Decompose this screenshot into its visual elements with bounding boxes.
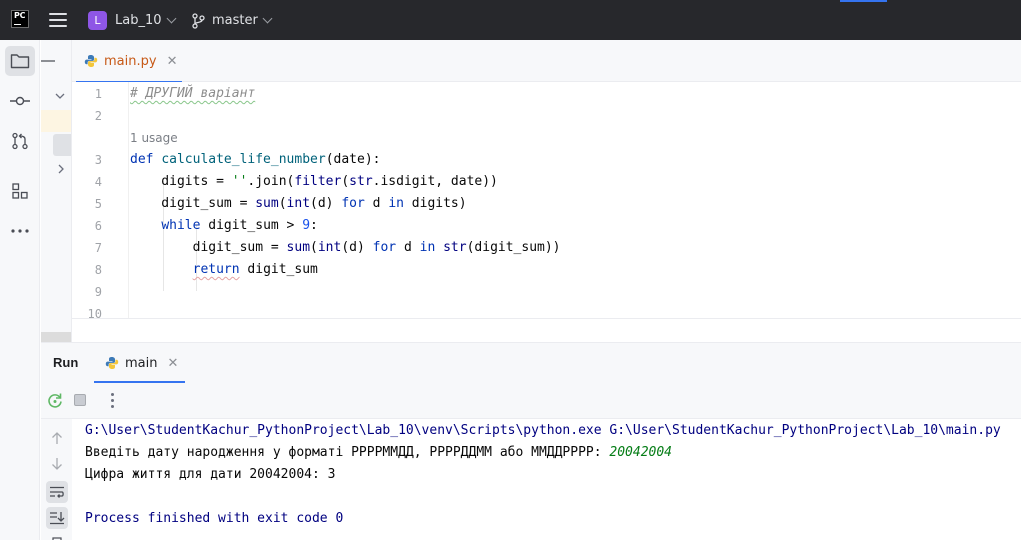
more-tools-button[interactable] bbox=[5, 216, 35, 246]
scroll-down-button[interactable] bbox=[46, 453, 68, 475]
editor-bottom-area bbox=[72, 318, 1021, 342]
console-prompt: Введіть дату народження у форматі РРРРММ… bbox=[85, 445, 610, 460]
console-output[interactable]: G:\User\StudentKachur_PythonProject\Lab_… bbox=[72, 419, 1021, 540]
code-line: digit_sum = sum(int(d) for d in digits) bbox=[130, 196, 467, 211]
folder-icon bbox=[10, 54, 30, 69]
console-exit-message: Process finished with exit code 0 bbox=[85, 511, 344, 526]
console-user-input: 20042004 bbox=[609, 445, 673, 460]
branch-icon bbox=[192, 12, 205, 29]
project-name: Lab_10 bbox=[115, 13, 162, 28]
python-icon bbox=[105, 357, 119, 369]
line-number: 4 bbox=[94, 175, 102, 189]
indent-guide bbox=[196, 225, 197, 291]
chevron-down-icon[interactable] bbox=[55, 92, 65, 100]
line-number: 6 bbox=[94, 219, 102, 233]
project-switcher[interactable]: L Lab_10 bbox=[88, 10, 176, 31]
title-bar: PC L Lab_10 master bbox=[0, 0, 1021, 40]
more-vertical-icon[interactable] bbox=[111, 391, 115, 409]
line-number: 1 bbox=[94, 87, 102, 101]
run-tool-header: Run main ✕ bbox=[41, 343, 1021, 383]
gutter-divider bbox=[128, 82, 129, 318]
stop-icon[interactable] bbox=[74, 394, 86, 406]
toolbar-accent bbox=[840, 0, 887, 2]
close-icon[interactable]: ✕ bbox=[167, 54, 178, 69]
code-line: # ДРУГИЙ варіант bbox=[130, 86, 255, 101]
tree-row-highlight[interactable] bbox=[41, 110, 71, 132]
structure-icon bbox=[12, 183, 28, 199]
print-button[interactable] bbox=[46, 533, 68, 540]
soft-wrap-button[interactable] bbox=[46, 481, 68, 503]
horizontal-scrollbar[interactable] bbox=[41, 332, 71, 342]
tree-row-selected[interactable] bbox=[53, 134, 71, 156]
project-pane bbox=[41, 40, 72, 342]
code-line: digits = ''.join(filter(str.isdigit, dat… bbox=[130, 174, 498, 189]
code-line: digit_sum = sum(int(d) for d in str(digi… bbox=[130, 240, 561, 255]
console-result: Цифра життя для дати 20042004: 3 bbox=[85, 467, 336, 482]
chevron-right-icon[interactable] bbox=[57, 164, 65, 174]
chevron-down-icon bbox=[262, 13, 273, 24]
project-tool-button[interactable] bbox=[5, 46, 35, 76]
run-tab-label: main bbox=[125, 355, 158, 371]
arrow-down-icon bbox=[52, 458, 62, 470]
console-prompt-line: Введіть дату народження у форматі РРРРММ… bbox=[85, 445, 672, 460]
scroll-up-button[interactable] bbox=[46, 427, 68, 449]
run-title: Run bbox=[53, 355, 79, 370]
run-toolbar bbox=[41, 383, 1021, 419]
branch-switcher[interactable]: master bbox=[191, 10, 273, 31]
line-number: 7 bbox=[94, 241, 102, 255]
branch-name: master bbox=[212, 13, 258, 28]
code-editor[interactable]: 1 2 3 4 5 6 7 8 9 10 # ДРУГИЙ варіант 1 … bbox=[72, 82, 1021, 321]
project-badge: L bbox=[88, 11, 107, 30]
commit-icon bbox=[10, 96, 30, 106]
console-command: G:\User\StudentKachur_PythonProject\Lab_… bbox=[85, 423, 1001, 438]
line-number: 9 bbox=[94, 285, 102, 299]
line-number: 2 bbox=[94, 109, 102, 123]
soft-wrap-icon bbox=[50, 486, 64, 498]
code-line: def calculate_life_number(date): bbox=[130, 152, 381, 167]
commit-tool-button[interactable] bbox=[5, 86, 35, 116]
rerun-icon[interactable] bbox=[46, 392, 64, 410]
code-line: return digit_sum bbox=[192, 262, 318, 277]
minimize-icon[interactable] bbox=[41, 60, 55, 62]
console-side-toolbar bbox=[41, 419, 72, 540]
scroll-to-end-icon bbox=[50, 512, 65, 525]
tab-label: main.py bbox=[104, 53, 157, 69]
line-gutter: 1 2 3 4 5 6 7 8 9 10 bbox=[72, 82, 128, 321]
line-number: 8 bbox=[94, 263, 102, 277]
structure-tool-button[interactable] bbox=[5, 176, 35, 206]
usage-hint[interactable]: 1 usage bbox=[130, 131, 178, 145]
tool-window-strip bbox=[0, 40, 40, 540]
line-number: 5 bbox=[94, 197, 102, 211]
arrow-up-icon bbox=[52, 432, 62, 444]
python-file-icon bbox=[84, 55, 98, 67]
comment-text: # ДРУГИЙ варіант bbox=[130, 86, 256, 101]
more-icon bbox=[11, 229, 29, 233]
pull-requests-tool-button[interactable] bbox=[5, 126, 35, 156]
tab-main-py[interactable]: main.py ✕ bbox=[72, 40, 184, 83]
pycharm-logo-icon[interactable]: PC bbox=[11, 10, 29, 28]
code-line: while digit_sum > 9: bbox=[161, 218, 318, 233]
line-number: 3 bbox=[94, 153, 102, 167]
close-icon[interactable]: ✕ bbox=[167, 356, 178, 371]
pull-requests-icon bbox=[12, 132, 28, 150]
chevron-down-icon bbox=[166, 13, 176, 24]
main-menu-icon[interactable] bbox=[49, 12, 67, 28]
scroll-to-end-button[interactable] bbox=[46, 507, 68, 529]
editor-tabs: main.py ✕ bbox=[72, 40, 1021, 83]
run-tab-main[interactable]: main ✕ bbox=[94, 343, 185, 383]
